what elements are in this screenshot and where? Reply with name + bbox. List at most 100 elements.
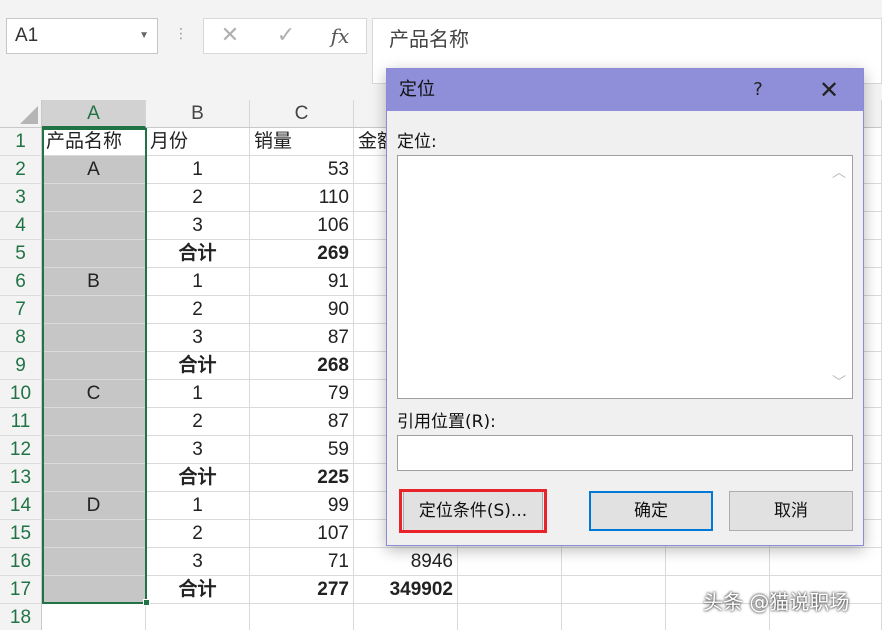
- table-cell[interactable]: 2: [146, 296, 250, 324]
- row-header[interactable]: 6: [0, 268, 42, 296]
- table-cell[interactable]: [146, 604, 250, 630]
- table-cell[interactable]: 87: [250, 408, 354, 436]
- table-cell[interactable]: 277: [250, 576, 354, 604]
- ok-button[interactable]: 确定: [589, 491, 713, 531]
- table-cell[interactable]: [42, 212, 146, 240]
- table-cell[interactable]: [250, 604, 354, 630]
- table-cell[interactable]: [42, 464, 146, 492]
- table-cell[interactable]: [42, 184, 146, 212]
- row-header[interactable]: 10: [0, 380, 42, 408]
- column-header[interactable]: B: [146, 100, 250, 128]
- table-cell[interactable]: 2: [146, 408, 250, 436]
- table-cell[interactable]: 销量: [250, 128, 354, 156]
- table-cell[interactable]: [42, 604, 146, 630]
- table-cell[interactable]: [42, 352, 146, 380]
- table-cell[interactable]: 91: [250, 268, 354, 296]
- table-cell[interactable]: 53: [250, 156, 354, 184]
- row-header[interactable]: 17: [0, 576, 42, 604]
- table-cell[interactable]: [458, 576, 562, 604]
- row-header[interactable]: 18: [0, 604, 42, 630]
- table-cell[interactable]: 268: [250, 352, 354, 380]
- row-header[interactable]: 11: [0, 408, 42, 436]
- table-cell[interactable]: 87: [250, 324, 354, 352]
- table-cell[interactable]: A: [42, 156, 146, 184]
- table-cell[interactable]: [562, 604, 666, 630]
- scroll-down-icon[interactable]: ﹀: [832, 372, 846, 392]
- chevron-down-icon[interactable]: ▼: [139, 19, 149, 53]
- table-cell[interactable]: 8946: [354, 548, 458, 576]
- table-cell[interactable]: [42, 324, 146, 352]
- table-cell[interactable]: 3: [146, 324, 250, 352]
- cancel-button[interactable]: 取消: [729, 491, 853, 531]
- table-cell[interactable]: B: [42, 268, 146, 296]
- row-header[interactable]: 14: [0, 492, 42, 520]
- table-cell[interactable]: [42, 240, 146, 268]
- table-cell[interactable]: 1: [146, 268, 250, 296]
- row-header[interactable]: 13: [0, 464, 42, 492]
- drag-handle-icon[interactable]: ⋮: [174, 26, 188, 46]
- table-cell[interactable]: [770, 548, 882, 576]
- table-cell[interactable]: 71: [250, 548, 354, 576]
- table-cell[interactable]: 1: [146, 380, 250, 408]
- table-cell[interactable]: 1: [146, 492, 250, 520]
- table-cell[interactable]: 90: [250, 296, 354, 324]
- table-cell[interactable]: [42, 408, 146, 436]
- table-cell[interactable]: C: [42, 380, 146, 408]
- table-cell[interactable]: 产品名称: [42, 128, 146, 156]
- table-cell[interactable]: [42, 576, 146, 604]
- row-header[interactable]: 4: [0, 212, 42, 240]
- table-cell[interactable]: 3: [146, 212, 250, 240]
- table-cell[interactable]: 2: [146, 184, 250, 212]
- row-header[interactable]: 8: [0, 324, 42, 352]
- table-cell[interactable]: 107: [250, 520, 354, 548]
- select-all-button[interactable]: [0, 100, 42, 128]
- table-cell[interactable]: [42, 548, 146, 576]
- table-cell[interactable]: [562, 576, 666, 604]
- table-cell[interactable]: 合计: [146, 464, 250, 492]
- table-cell[interactable]: 349902: [354, 576, 458, 604]
- help-icon[interactable]: ?: [743, 69, 773, 111]
- table-cell[interactable]: 合计: [146, 240, 250, 268]
- row-header[interactable]: 12: [0, 436, 42, 464]
- table-cell[interactable]: 3: [146, 548, 250, 576]
- table-cell[interactable]: 合计: [146, 576, 250, 604]
- cancel-icon[interactable]: ✕: [210, 19, 250, 53]
- table-cell[interactable]: 269: [250, 240, 354, 268]
- table-cell[interactable]: [458, 548, 562, 576]
- column-header[interactable]: A: [42, 100, 146, 128]
- table-cell[interactable]: 99: [250, 492, 354, 520]
- reference-input[interactable]: [397, 435, 853, 471]
- close-icon[interactable]: ✕: [807, 69, 851, 111]
- row-header[interactable]: 16: [0, 548, 42, 576]
- table-cell[interactable]: 106: [250, 212, 354, 240]
- goto-list[interactable]: ︿ ﹀: [397, 155, 853, 399]
- table-cell[interactable]: 225: [250, 464, 354, 492]
- row-header[interactable]: 5: [0, 240, 42, 268]
- row-header[interactable]: 1: [0, 128, 42, 156]
- table-cell[interactable]: [458, 604, 562, 630]
- fill-handle[interactable]: [143, 599, 150, 606]
- table-cell[interactable]: [666, 548, 770, 576]
- row-header[interactable]: 2: [0, 156, 42, 184]
- row-header[interactable]: 9: [0, 352, 42, 380]
- table-cell[interactable]: 110: [250, 184, 354, 212]
- enter-icon[interactable]: ✓: [266, 19, 306, 53]
- row-header[interactable]: 15: [0, 520, 42, 548]
- scroll-up-icon[interactable]: ︿: [832, 162, 846, 182]
- row-header[interactable]: 3: [0, 184, 42, 212]
- list-scrollbar[interactable]: ︿ ﹀: [826, 156, 852, 398]
- table-cell[interactable]: 79: [250, 380, 354, 408]
- table-cell[interactable]: [42, 296, 146, 324]
- table-cell[interactable]: 月份: [146, 128, 250, 156]
- name-box[interactable]: A1 ▼: [6, 18, 158, 54]
- table-cell[interactable]: 3: [146, 436, 250, 464]
- table-cell[interactable]: D: [42, 492, 146, 520]
- table-cell[interactable]: 59: [250, 436, 354, 464]
- dialog-titlebar[interactable]: 定位 ? ✕: [387, 69, 863, 111]
- table-cell[interactable]: 合计: [146, 352, 250, 380]
- column-header[interactable]: C: [250, 100, 354, 128]
- table-cell[interactable]: [562, 548, 666, 576]
- table-cell[interactable]: [42, 520, 146, 548]
- row-header[interactable]: 7: [0, 296, 42, 324]
- table-cell[interactable]: 1: [146, 156, 250, 184]
